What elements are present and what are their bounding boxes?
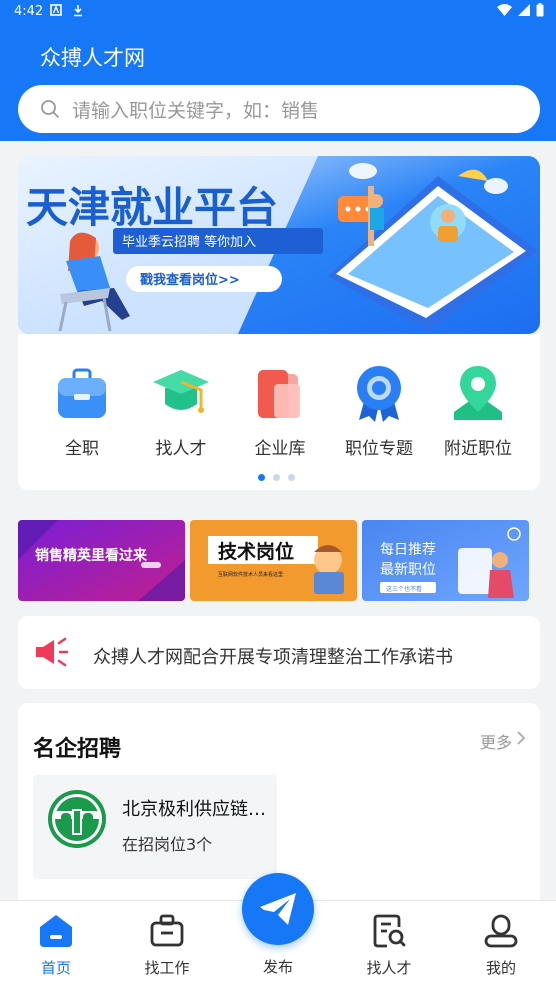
promo-daily-recommend[interactable]: 每日推荐 最新职位 这三个也不看 <box>362 520 529 601</box>
category-job-topics[interactable]: 职位专题 <box>331 362 427 459</box>
download-icon <box>74 5 82 17</box>
tab-home[interactable]: 首页 <box>11 913 101 977</box>
banner-headline: 天津就业平台 <box>26 185 278 232</box>
promo-sales-artwork: 销售精英里看过来 <box>18 520 185 601</box>
promo-tech-text: 技术岗位 <box>218 540 294 563</box>
app-title: 众搏人才网 <box>40 46 145 70</box>
tab-find-talent[interactable]: 找人才 <box>344 913 434 977</box>
promo-daily-text1: 每日推荐 <box>380 542 436 558</box>
tab-publish-label: 发布 <box>262 958 293 976</box>
company-logo <box>48 790 106 848</box>
category-nearby-jobs[interactable]: 附近职位 <box>430 362 526 459</box>
carousel-indicator <box>258 474 295 481</box>
megaphone-icon <box>36 637 69 667</box>
publish-button[interactable] <box>242 873 314 945</box>
promo-daily-text2: 最新职位 <box>380 562 436 578</box>
search-placeholder: 请输入职位关键字，如：销售 <box>72 99 320 122</box>
category-job-topics-label: 职位专题 <box>345 439 413 459</box>
category-nearby-jobs-label: 附近职位 <box>444 439 512 459</box>
more-link[interactable]: 更多 <box>480 729 512 753</box>
banner-subline: 毕业季云招聘 等你加入 <box>122 234 256 250</box>
search-icon <box>41 100 59 118</box>
banner-cta[interactable]: 戳我查看岗位>> <box>140 272 240 288</box>
battery-icon <box>536 3 544 17</box>
signal-icon <box>518 4 530 16</box>
tab-home-label: 首页 <box>40 959 71 977</box>
category-fulltime[interactable]: 全职 <box>34 362 130 459</box>
category-company-library-label: 企业库 <box>254 439 306 459</box>
status-notification-icons <box>50 4 84 17</box>
banner-carousel[interactable]: 天津就业平台 毕业季云招聘 等你加入 戳我查看岗位>> <box>18 156 540 334</box>
company-job-count: 在招岗位3个 <box>122 835 213 854</box>
notification-a-icon <box>50 4 62 16</box>
promo-sales-elite[interactable]: 销售精英里看过来 <box>18 520 185 601</box>
promo-tech-jobs[interactable]: 技术岗位 互联网软件技术人员来看这里 <box>190 520 357 601</box>
company-name: 北京极利供应链管理有限公司 <box>122 799 272 820</box>
company-library-icon <box>258 370 300 418</box>
notice-text: 众搏人才网配合开展专项清理整治工作承诺书 <box>93 647 453 668</box>
badge-icon <box>357 366 401 422</box>
category-find-talent[interactable]: 找人才 <box>133 362 229 459</box>
category-find-talent-label: 找人才 <box>155 439 207 459</box>
tab-mine[interactable]: 我的 <box>456 913 546 977</box>
promo-daily-tag: 这三个也不看 <box>386 585 422 593</box>
graduation-cap-icon <box>153 370 209 413</box>
category-company-library[interactable]: 企业库 <box>232 362 328 459</box>
wifi-icon <box>497 4 512 16</box>
tab-mine-label: 我的 <box>485 959 516 977</box>
category-fulltime-label: 全职 <box>65 439 99 459</box>
user-icon <box>484 914 518 948</box>
location-pin-icon <box>454 366 502 420</box>
carousel-dot[interactable] <box>273 474 280 481</box>
status-bar: 4:42 <box>0 0 556 24</box>
tab-find-job[interactable]: 找工作 <box>122 913 212 977</box>
promo-tech-subtext: 互联网软件技术人员来看这里 <box>218 571 283 578</box>
carousel-dot-active[interactable] <box>258 474 265 481</box>
briefcase-icon <box>58 368 106 418</box>
section-title: 名企招聘 <box>33 737 122 762</box>
company-card[interactable]: 北京极利供应链管理有限公司 在招岗位3个 <box>33 775 277 879</box>
status-system-icons <box>497 3 544 17</box>
tab-find-job-label: 找工作 <box>144 959 190 977</box>
paper-plane-icon <box>260 893 296 925</box>
briefcase-outline-icon <box>150 914 184 947</box>
search-input[interactable]: 请输入职位关键字，如：销售 <box>18 85 540 133</box>
notice-bar[interactable]: 众搏人才网配合开展专项清理整治工作承诺书 <box>18 616 540 689</box>
home-icon <box>40 915 72 947</box>
banner-artwork: 天津就业平台 毕业季云招聘 等你加入 戳我查看岗位>> <box>18 156 540 334</box>
promo-daily-artwork: 每日推荐 最新职位 这三个也不看 <box>362 520 529 601</box>
chevron-right-icon[interactable] <box>516 730 526 746</box>
carousel-dot[interactable] <box>288 474 295 481</box>
tab-find-talent-label: 找人才 <box>366 959 412 977</box>
category-grid: 全职 找人才 企业库 职位专题 附近职位 <box>18 334 540 490</box>
status-time: 4:42 <box>14 4 44 19</box>
app-header: 4:42 众搏人才网 请输入职位关键字，如：销售 <box>0 0 556 141</box>
resume-search-icon <box>373 914 406 948</box>
promo-tech-artwork: 技术岗位 互联网软件技术人员来看这里 <box>190 520 357 601</box>
promo-sales-text: 销售精英里看过来 <box>35 547 148 564</box>
